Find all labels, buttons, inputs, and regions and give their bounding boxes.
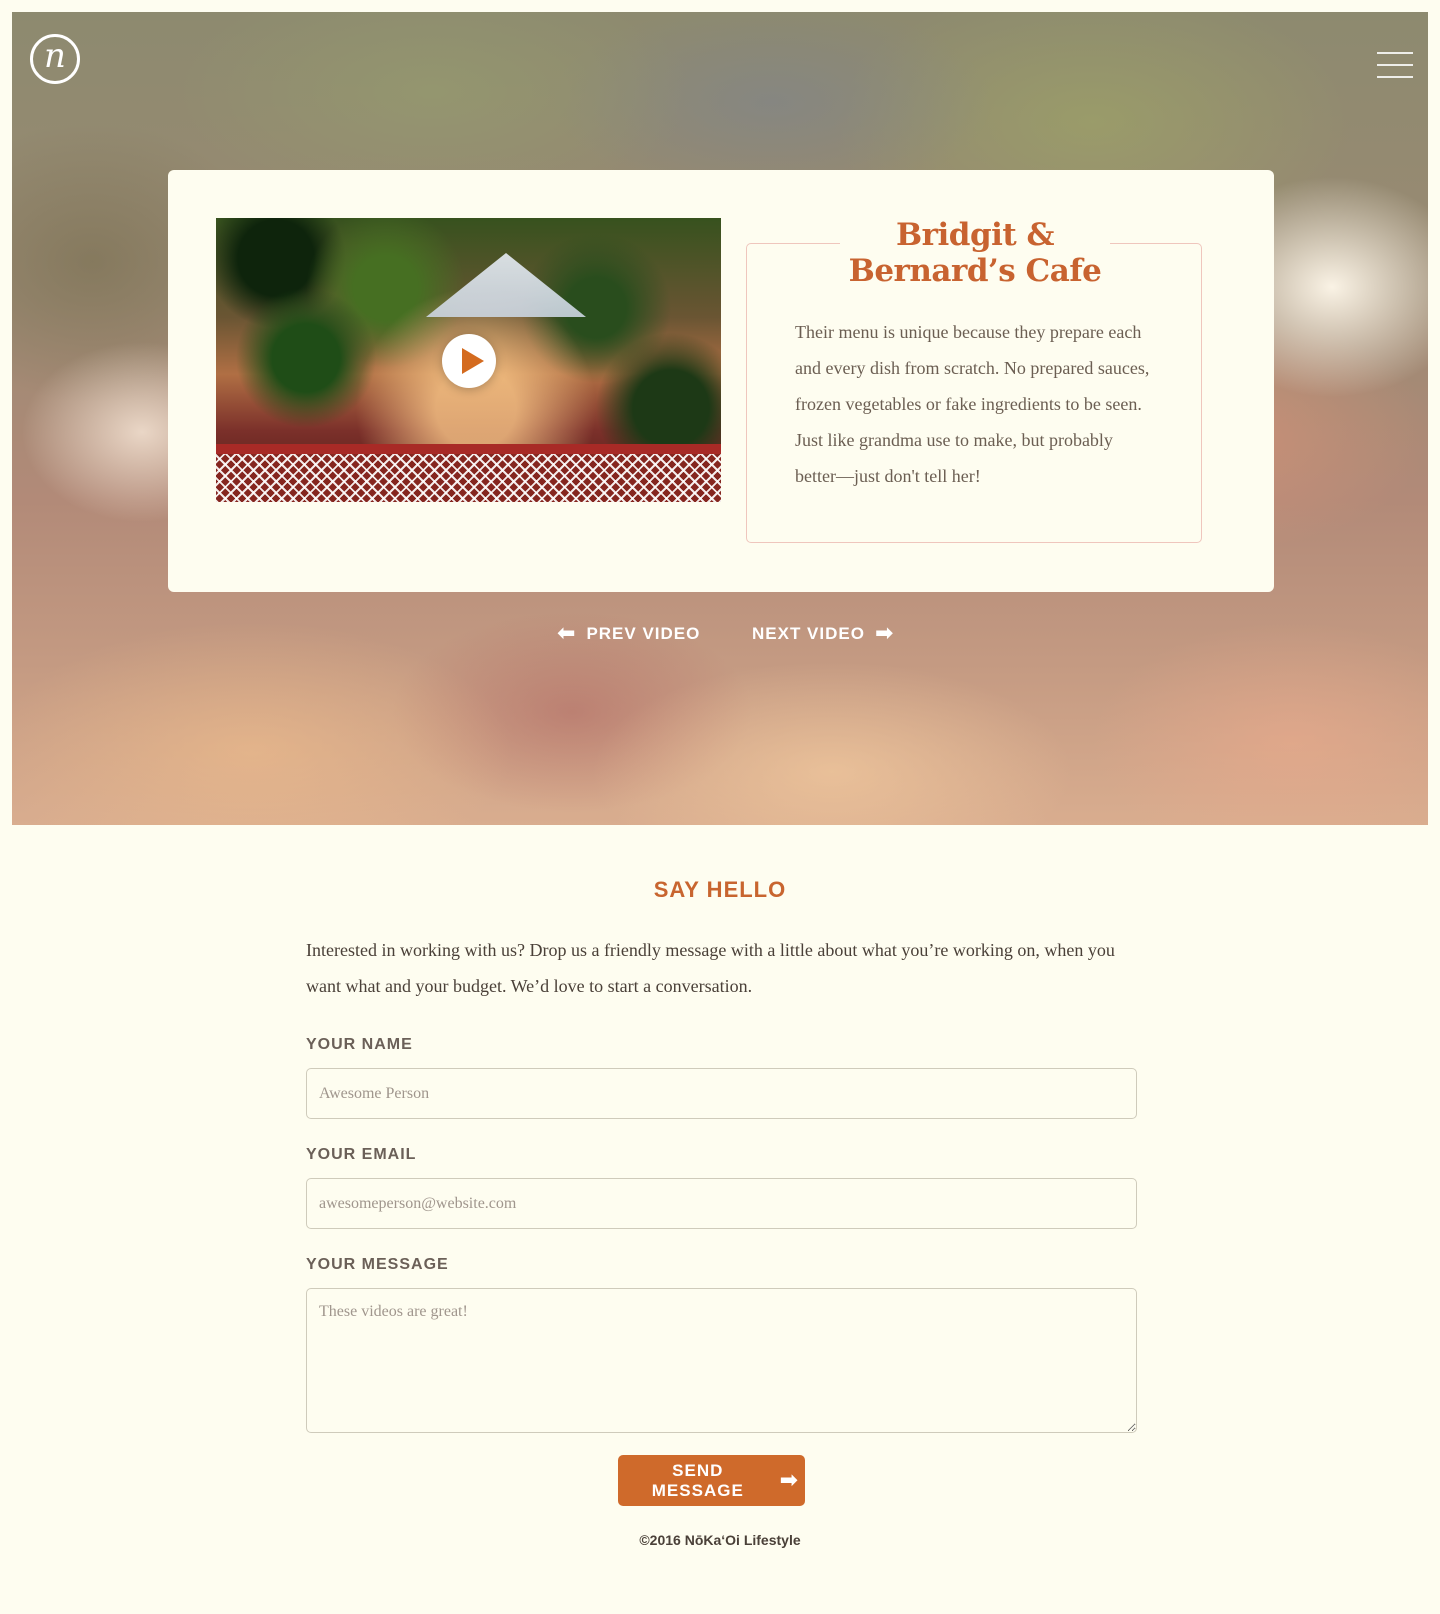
hamburger-menu-icon[interactable] (1377, 52, 1413, 78)
next-video-label: NEXT VIDEO (752, 624, 865, 643)
arrow-left-icon: ⬅ (557, 621, 577, 646)
send-message-button[interactable]: SEND MESSAGE ➡ (618, 1455, 805, 1506)
email-input[interactable] (306, 1178, 1137, 1229)
video-title-wrap: Bridgit & Bernard’s Cafe (840, 217, 1110, 289)
message-textarea[interactable] (306, 1288, 1137, 1433)
arrow-right-icon: ➡ (874, 621, 895, 646)
prev-video-label: PREV VIDEO (586, 624, 701, 643)
video-card: Bridgit & Bernard’s Cafe Their menu is u… (168, 170, 1274, 592)
video-thumbnail[interactable] (216, 218, 721, 502)
prev-video-button[interactable]: ⬅ PREV VIDEO (557, 623, 700, 645)
contact-intro: Interested in working with us? Drop us a… (306, 940, 1115, 996)
logo-icon[interactable]: n (30, 34, 80, 84)
video-title-line-2: Bernard’s Cafe (848, 253, 1102, 289)
send-message-label: SEND MESSAGE (651, 1460, 744, 1500)
arrow-right-icon: ➡ (779, 1467, 799, 1493)
hero-section: n Bridgit & Bernard’s Cafe Their menu is… (12, 12, 1428, 825)
video-description: Their menu is unique because they prepar… (795, 322, 1150, 486)
video-title: Bridgit & Bernard’s Cafe (840, 217, 1110, 289)
video-lattice-shape (216, 454, 721, 502)
video-info-box: Bridgit & Bernard’s Cafe Their menu is u… (746, 217, 1202, 543)
video-umbrella-shape (426, 253, 586, 317)
name-input[interactable] (306, 1068, 1137, 1119)
play-icon[interactable] (442, 334, 496, 388)
name-label: YOUR NAME (306, 1036, 413, 1053)
video-rail-shape (216, 444, 721, 454)
say-hello-title: SAY HELLO (653, 877, 787, 902)
video-title-line-1: Bridgit & (895, 217, 1055, 253)
email-label: YOUR EMAIL (306, 1146, 417, 1163)
message-label: YOUR MESSAGE (306, 1256, 449, 1273)
next-video-button[interactable]: NEXT VIDEO ➡ (752, 623, 894, 645)
footer-copyright: ©2016 NōKa‘Oi Lifestyle (639, 1532, 801, 1548)
